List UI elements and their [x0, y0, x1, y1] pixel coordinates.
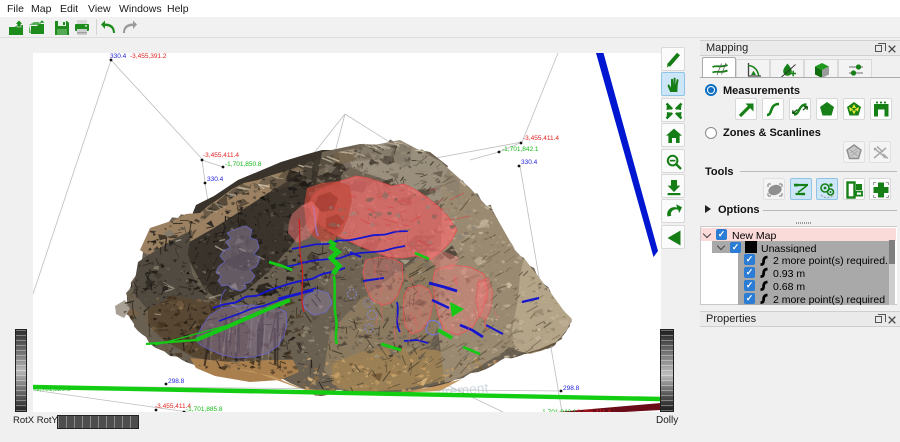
svg-text:298.8: 298.8 — [563, 385, 580, 392]
svg-text:330.4: 330.4 — [110, 53, 127, 60]
svg-text:-3,455,391.2: -3,455,391.2 — [130, 53, 167, 60]
svg-text:-1,701,885.8: -1,701,885.8 — [186, 406, 223, 412]
svg-text:-1,701,843.1: -1,701,843.1 — [540, 409, 577, 412]
svg-text:-1,701,829.6: -1,701,829.6 — [34, 386, 71, 393]
svg-text:330.4: 330.4 — [207, 176, 224, 183]
svg-text:-3,455,411.4: -3,455,411.4 — [203, 152, 239, 159]
svg-text:330.4: 330.4 — [521, 159, 538, 166]
svg-text:-1,701,850.8: -1,701,850.8 — [225, 161, 262, 168]
svg-text:-3,455,411.4: -3,455,411.4 — [575, 409, 611, 412]
svg-text:298.8: 298.8 — [168, 378, 185, 385]
svg-text:-3,455,411.4: -3,455,411.4 — [523, 135, 559, 142]
svg-text:-1,701,842.1: -1,701,842.1 — [502, 146, 539, 153]
